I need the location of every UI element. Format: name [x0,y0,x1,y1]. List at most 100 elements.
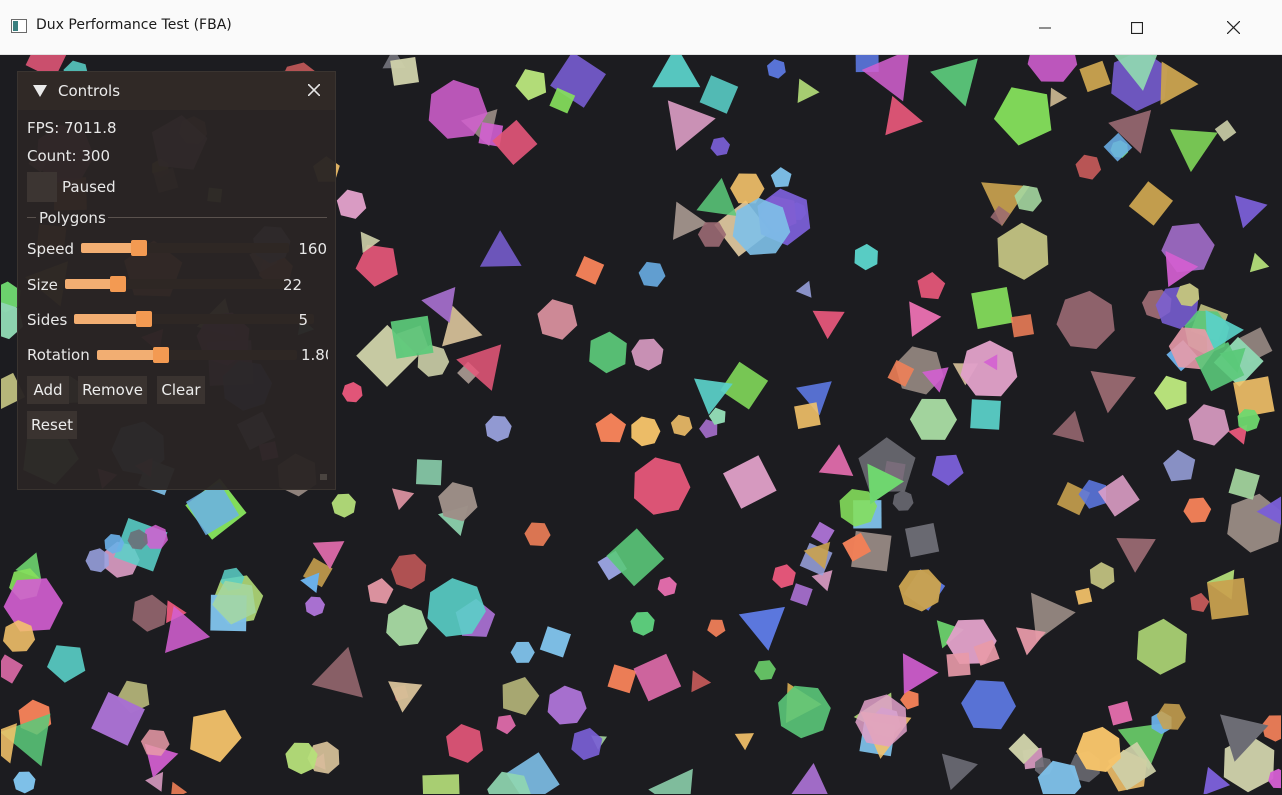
polygon-shape [657,576,677,597]
polygon-shape [575,256,605,285]
polygon-shape [1,654,23,684]
polygon-shape [1214,120,1237,142]
polygon-shape [510,641,535,663]
title-bar: Dux Performance Test (FBA) [0,0,1282,55]
polygon-shape [1010,314,1034,338]
polygon-shape [694,378,733,415]
polygon-shape [790,583,813,606]
panel-title: Controls [58,82,121,100]
section-label: Polygons [39,209,106,227]
polygon-shape [885,95,923,136]
slider-handle[interactable] [153,347,169,363]
polygon-shape [524,522,551,546]
polygon-shape [132,594,167,632]
controls-panel: Controls FPS: 7011.8 Count: 300 Paused P… [17,71,336,490]
polygon-shape [770,167,792,188]
polygon-shape [946,652,971,677]
polygon-shape [537,299,578,340]
polygon-shape [391,554,427,590]
slider-handle[interactable] [136,311,152,327]
polygon-shape [1098,474,1140,517]
polygon-shape [595,413,626,443]
polygon-shape [902,653,939,694]
polygon-shape [652,55,701,88]
polygon-shape [971,287,1014,329]
collapse-triangle-icon[interactable] [33,85,47,97]
sides-value: 5 [298,311,308,329]
polygon-shape [1207,577,1249,620]
polygon-shape [47,645,86,683]
paused-label: Paused [62,178,116,196]
polygon-shape [941,753,978,791]
polygon-shape [734,733,754,751]
paused-checkbox[interactable] [27,172,57,202]
polygon-shape [1050,87,1068,107]
polygon-shape [930,58,978,107]
polygon-shape [171,781,188,794]
slider-handle[interactable] [110,276,126,292]
polygon-shape [909,301,942,337]
size-slider[interactable] [65,276,285,292]
polygon-shape [446,724,483,763]
sides-slider[interactable] [74,311,314,327]
slider-fill [97,350,161,360]
sides-label: Sides [27,311,68,329]
polygon-shape [1027,55,1078,82]
remove-button[interactable]: Remove [78,376,147,404]
polygon-shape [1249,252,1270,273]
polygon-shape [812,310,845,340]
rotation-value: 1.80 [301,346,328,364]
polygon-shape [909,398,957,440]
polygon-shape [1056,290,1115,349]
polygon-shape [607,664,637,694]
polygon-shape [190,709,242,763]
polygon-shape [638,261,666,287]
close-button[interactable] [1210,0,1256,55]
polygon-shape [547,685,587,725]
polygon-shape [818,444,854,476]
polygon-shape [1234,195,1268,229]
polygon-shape [502,677,540,716]
polygon-shape [738,606,785,651]
fps-readout: FPS: 7011.8 [27,119,117,137]
polygon-shape [772,564,796,589]
close-icon [308,84,320,96]
polygon-shape [331,493,356,518]
polygon-shape [710,137,730,156]
reset-button[interactable]: Reset [27,411,77,439]
panel-header[interactable]: Controls [18,72,335,110]
polygon-shape [1163,449,1196,482]
slider-handle[interactable] [131,240,147,256]
polygon-shape [606,528,665,587]
polygon-shape [1116,538,1156,573]
polygon-shape [997,222,1049,280]
maximize-icon [1131,21,1143,34]
polygon-shape [485,415,512,442]
speed-slider[interactable] [81,240,289,256]
polygon-shape [1075,154,1102,180]
polygon-shape [707,619,726,638]
rotation-slider[interactable] [97,347,297,363]
polygon-shape [631,338,664,371]
polygon-shape [342,382,363,403]
polygon-shape [791,763,828,794]
add-button[interactable]: Add [27,376,69,404]
polygon-shape [390,57,419,86]
maximize-button[interactable] [1114,0,1160,55]
polygon-shape [1136,618,1187,675]
polygon-shape [905,523,940,558]
polygon-shape [767,59,786,79]
polygon-shape [515,69,547,101]
clear-button[interactable]: Clear [157,376,205,404]
panel-close-button[interactable] [304,80,324,100]
polygon-shape [13,771,36,794]
minimize-button[interactable] [1022,0,1068,55]
polygon-shape [691,670,712,693]
polygon-shape [1190,592,1210,612]
polygon-shape [696,177,737,216]
polygon-shape [1108,701,1133,726]
polygon-shape [388,681,423,713]
polygon-shape [794,402,821,429]
polygon-shape [367,578,394,604]
resize-grip[interactable] [320,474,327,480]
